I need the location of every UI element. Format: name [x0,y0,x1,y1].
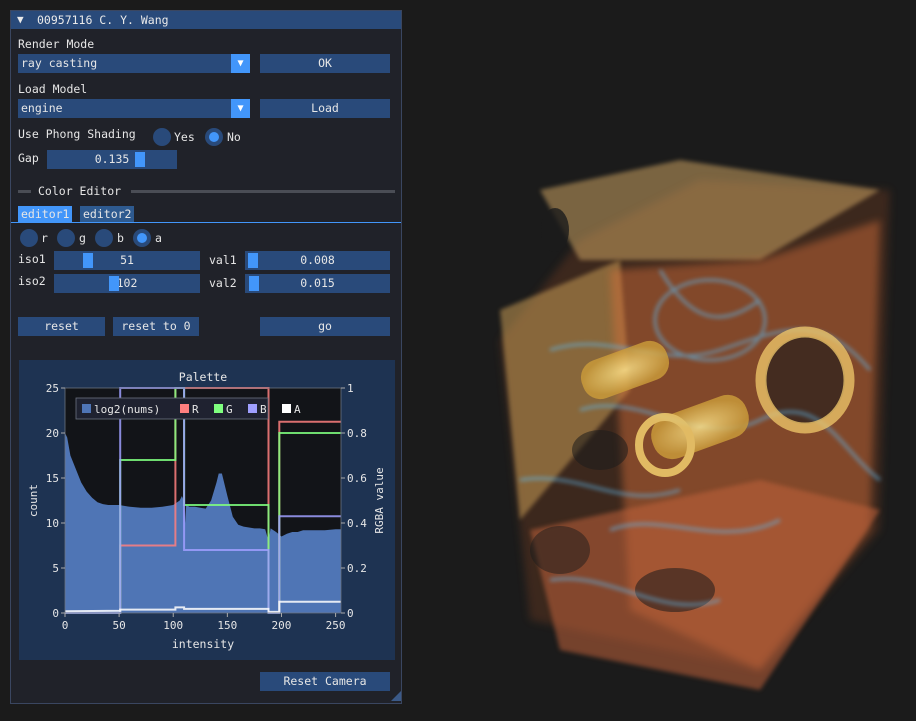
gap-slider-grab[interactable] [135,152,145,167]
load-model-value: engine [21,101,63,115]
title-bar[interactable]: ▼ 00957116 C. Y. Wang [11,11,401,29]
separator-right [131,190,395,193]
val1-slider[interactable]: 0.008 [245,251,390,270]
channel-b-label: b [117,231,124,245]
volume-render-view[interactable] [460,150,900,710]
channel-g-radio[interactable] [57,229,75,247]
collapse-arrow-icon[interactable]: ▼ [17,13,24,26]
val2-slider-grab[interactable] [249,276,259,291]
legend-label-g: G [226,403,233,416]
val1-value: 0.008 [300,253,335,267]
val2-value: 0.015 [300,276,335,290]
channel-r-label: r [41,231,48,245]
phong-label: Use Phong Shading [18,127,136,141]
y2-tick-label: 0.4 [347,517,367,530]
val2-label: val2 [209,276,237,290]
iso1-slider-grab[interactable] [83,253,93,268]
reset-button[interactable]: reset [18,317,105,336]
y-tick-label: 5 [52,562,59,575]
engine-volume [500,160,890,690]
chevron-down-icon[interactable]: ▼ [231,54,250,73]
val1-label: val1 [209,253,237,267]
legend-swatch-a [282,404,291,413]
y2-tick-label: 0 [347,607,354,620]
legend-swatch-g [214,404,223,413]
reset-camera-button[interactable]: Reset Camera [260,672,390,691]
x-tick-label: 200 [272,619,292,632]
x-axis-label: intensity [172,637,234,651]
val1-slider-grab[interactable] [248,253,258,268]
x-tick-label: 100 [163,619,183,632]
channel-b-radio[interactable] [95,229,113,247]
y2-tick-label: 0.6 [347,472,367,485]
ok-button[interactable]: OK [260,54,390,73]
y2-tick-label: 0.2 [347,562,367,575]
iso1-slider[interactable]: 51 [54,251,200,270]
phong-no-radio[interactable] [205,128,223,146]
tab-underline [11,222,401,223]
phong-no-label: No [227,130,241,144]
iso2-value: 102 [116,276,138,290]
y2-axis-label: RGBA value [373,467,386,533]
legend-swatch-b [248,404,257,413]
tab-editor1[interactable]: editor1 [18,206,73,222]
channel-a-radio[interactable] [133,229,151,247]
y2-tick-label: 0.8 [347,427,367,440]
legend-label-a: A [294,403,301,416]
gap-slider[interactable]: 0.135 [47,150,177,169]
channel-a-label: a [155,231,162,245]
x-tick-label: 50 [112,619,125,632]
phong-yes-label: Yes [174,130,195,144]
render-mode-combo[interactable]: ray casting ▼ [18,54,250,73]
x-tick-label: 150 [217,619,237,632]
y-tick-label: 0 [52,607,59,620]
legend-label-r: R [192,403,199,416]
val2-slider[interactable]: 0.015 [245,274,390,293]
chevron-down-icon[interactable]: ▼ [231,99,250,118]
y-tick-label: 15 [46,472,59,485]
load-button[interactable]: Load [260,99,390,118]
legend-swatch-r [180,404,189,413]
x-tick-label: 250 [326,619,346,632]
resize-grip-icon[interactable] [391,691,401,701]
iso1-label: iso1 [18,252,46,266]
separator-left [18,190,31,193]
legend-label-b: B [260,403,267,416]
iso2-slider[interactable]: 102 [54,274,200,293]
palette-chart[interactable]: Palette0 50 100 150 200 250051015202500.20.40… [19,360,395,660]
iso1-value: 51 [120,253,134,267]
gap-label: Gap [18,151,39,165]
gap-value: 0.135 [94,152,130,166]
iso2-label: iso2 [18,274,46,288]
color-editor-header: Color Editor [38,184,122,198]
y-tick-label: 20 [46,427,59,440]
reset-to-zero-button[interactable]: reset to 0 [113,317,199,336]
y-tick-label: 10 [46,517,59,530]
y2-tick-label: 1 [347,382,354,395]
y-tick-label: 25 [46,382,59,395]
legend-label-log2(nums): log2(nums) [94,403,160,416]
legend-swatch-log2(nums) [82,404,91,413]
channel-g-label: g [79,231,86,245]
window-title: 00957116 C. Y. Wang [37,13,169,27]
tab-editor2[interactable]: editor2 [80,206,135,222]
load-model-combo[interactable]: engine ▼ [18,99,250,118]
x-tick-label: 0 [62,619,69,632]
go-button[interactable]: go [260,317,390,336]
render-mode-value: ray casting [21,56,98,70]
phong-yes-radio[interactable] [153,128,171,146]
palette-plot[interactable]: Palette 0 50 100 150 200 250 0 5 10 15 20 25 0 0.2 0.4 0… [19,360,395,660]
load-model-label: Load Model [18,82,88,96]
render-mode-label: Render Mode [18,37,95,51]
channel-r-radio[interactable] [20,229,38,247]
chart-title: Palette [179,370,228,384]
iso2-slider-grab[interactable] [109,276,119,291]
y-axis-label: count [27,484,40,517]
control-panel-window: ▼ 00957116 C. Y. Wang Render Mode ray ca… [10,10,402,704]
